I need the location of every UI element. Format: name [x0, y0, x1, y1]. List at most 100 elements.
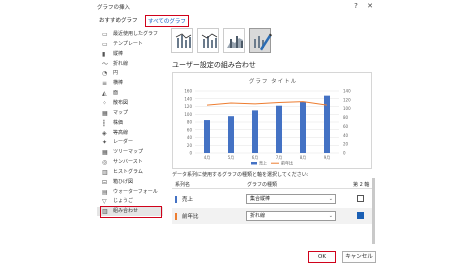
sidebar-item[interactable]: ▥ ヒストグラム [97, 168, 163, 177]
area-chart-icon: ◭ [102, 90, 107, 98]
x-tick-label: 9月 [324, 155, 331, 160]
radar-chart-icon: ✦ [102, 139, 108, 147]
help-icon[interactable]: ? [350, 1, 362, 12]
map-chart-icon: ▦ [102, 109, 108, 117]
y-tick-label: 100 [184, 112, 192, 117]
series-row: 売上 集合縦棒 ⌄ [172, 191, 372, 207]
sidebar-item-label: ヒストグラム [113, 168, 143, 175]
y-tick-label: 60 [187, 127, 193, 132]
sunburst-chart-icon: ◎ [102, 159, 108, 167]
y-tick-label: 160 [184, 89, 192, 94]
y2-tick-label: 80 [343, 115, 349, 120]
pie-chart-icon: ◔ [102, 70, 108, 78]
legend-swatch-bar [251, 162, 257, 165]
window-title: グラフの挿入 [97, 5, 131, 11]
y2-tick-label: 100 [343, 106, 351, 111]
sidebar-item[interactable]: ⊟ 箱ひげ図 [97, 178, 163, 187]
secondary-axis-checkbox[interactable] [357, 195, 364, 202]
folder-icon: ▭ [102, 31, 108, 38]
sidebar-item[interactable]: 〜折れ線 [97, 60, 163, 69]
secondary-axis-checkbox[interactable] [357, 212, 364, 219]
close-icon[interactable]: ✕ [364, 1, 376, 12]
sidebar-item[interactable]: ▤ ウォーターフォール [97, 188, 163, 197]
sidebar-item[interactable]: ◭ 面 [97, 89, 163, 98]
vertical-scrollbar[interactable] [372, 178, 375, 244]
sidebar-item[interactable]: ◈ 等高線 [97, 129, 163, 138]
bar [300, 101, 306, 153]
sidebar-item-label: マップ [113, 109, 129, 116]
sidebar-item[interactable]: ▭ テンプレート [97, 40, 163, 49]
combo-type-1-button[interactable] [171, 28, 193, 53]
y-tick-label: 120 [184, 104, 192, 109]
sidebar-item-label: ウォーターフォール [113, 188, 158, 195]
sidebar-item-label: ツリーマップ [113, 149, 144, 156]
legend-label: 売上 [259, 160, 267, 166]
chart-type-value: 集合縦棒 [250, 196, 271, 202]
sidebar-item-label: 最近使用したグラフ [113, 31, 159, 37]
combo-type-2-icon [201, 33, 218, 48]
combo-type-custom-button[interactable] [249, 28, 272, 53]
sidebar-item[interactable]: ▦ マップ [97, 109, 163, 118]
combo-type-3-button[interactable] [223, 28, 245, 53]
sidebar-item-label: 円 [113, 70, 119, 77]
series-grid-header: 系列名 グラフの種類 第 2 軸 [172, 180, 372, 189]
cancel-button[interactable]: キャンセル [342, 251, 376, 263]
sidebar-item-label: 折れ線 [113, 60, 129, 67]
sidebar-item-label: 面 [113, 90, 119, 97]
y-tick-label: 0 [189, 151, 192, 156]
sidebar-item-label: 株価 [113, 119, 124, 126]
sidebar-item-label: 等高線 [113, 129, 129, 136]
section-title: ユーザー設定の組み合わせ [172, 61, 256, 69]
line-series [206, 101, 328, 106]
x-tick-label: 6月 [252, 155, 259, 160]
x-tick-label: 4月 [204, 155, 211, 160]
sidebar-item-label: 縦棒 [113, 50, 124, 57]
sidebar-item[interactable]: ▦ ツリーマップ [97, 148, 163, 157]
sidebar-item-label: テンプレート [113, 40, 143, 47]
sidebar-item-label: レーダー [113, 139, 134, 146]
sidebar-item[interactable]: ▭ 最近使用したグラフ [97, 30, 163, 39]
series-name: 売上 [182, 197, 194, 203]
chart-type-select[interactable]: 集合縦棒 ⌄ [246, 194, 336, 204]
sidebar-item[interactable]: ◔ 円 [97, 69, 163, 78]
template-folder-icon: ▭ [102, 40, 108, 48]
chart-type-value: 折れ線 [250, 213, 266, 219]
line-chart-icon: 〜 [102, 60, 109, 68]
waterfall-chart-icon: ▤ [102, 188, 108, 196]
series-color-swatch [175, 196, 177, 203]
series-row: 前年比 折れ線 ⌄ [172, 208, 372, 224]
funnel-chart-icon: ▽ [102, 198, 107, 206]
sidebar-item[interactable]: ┇ 株価 [97, 119, 163, 128]
sidebar-item[interactable]: ◎ サンバースト [97, 158, 163, 167]
treemap-chart-icon: ▦ [102, 149, 108, 157]
header-secondary-axis: 第 2 軸 [353, 182, 370, 188]
y2-tick-label: 0 [343, 151, 346, 156]
bar [276, 105, 282, 153]
chevron-down-icon: ⌄ [328, 196, 333, 202]
tab-all-charts[interactable]: すべてのグラフ [145, 15, 189, 27]
sidebar-item[interactable]: ▮ 縦棒 [97, 50, 163, 59]
x-tick-label: 7月 [276, 155, 283, 160]
combo-type-3-icon [227, 36, 243, 48]
sidebar-item-label: 箱ひげ図 [113, 178, 134, 185]
chevron-down-icon: ⌄ [328, 213, 333, 219]
sidebar-item-label: サンバースト [113, 159, 143, 166]
bar [204, 120, 210, 153]
y-tick-label: 140 [184, 96, 192, 101]
series-hint-text: データ系列に使用するグラフの種類と軸を選択してください: [172, 172, 309, 178]
y2-tick-label: 60 [343, 124, 349, 129]
sidebar-item-label: 散布図 [113, 99, 129, 106]
x-tick-label: 5月 [228, 155, 235, 160]
combo-type-2-button[interactable] [197, 28, 219, 53]
chart-type-select[interactable]: 折れ線 ⌄ [246, 211, 336, 221]
y2-tick-label: 140 [343, 89, 351, 94]
legend-label: 前年比 [281, 160, 293, 166]
bar [228, 116, 234, 153]
chart-category-list: ▭ 最近使用したグラフ ▭ テンプレート ▮ 縦棒〜折れ線 ◔ 円 ≡ 横棒 ◭ 面 ⁘ 散布図 ▦ マップ ┇… [97, 28, 163, 224]
sidebar-item[interactable]: ⁘ 散布図 [97, 99, 163, 108]
y-tick-label: 20 [187, 143, 193, 148]
ok-button[interactable]: OK [308, 251, 336, 263]
sidebar-item[interactable]: ≡ 横棒 [97, 79, 163, 88]
sidebar-item[interactable]: ✦ レーダー [97, 138, 163, 147]
tab-recommended[interactable]: おすすめグラフ [97, 15, 140, 27]
